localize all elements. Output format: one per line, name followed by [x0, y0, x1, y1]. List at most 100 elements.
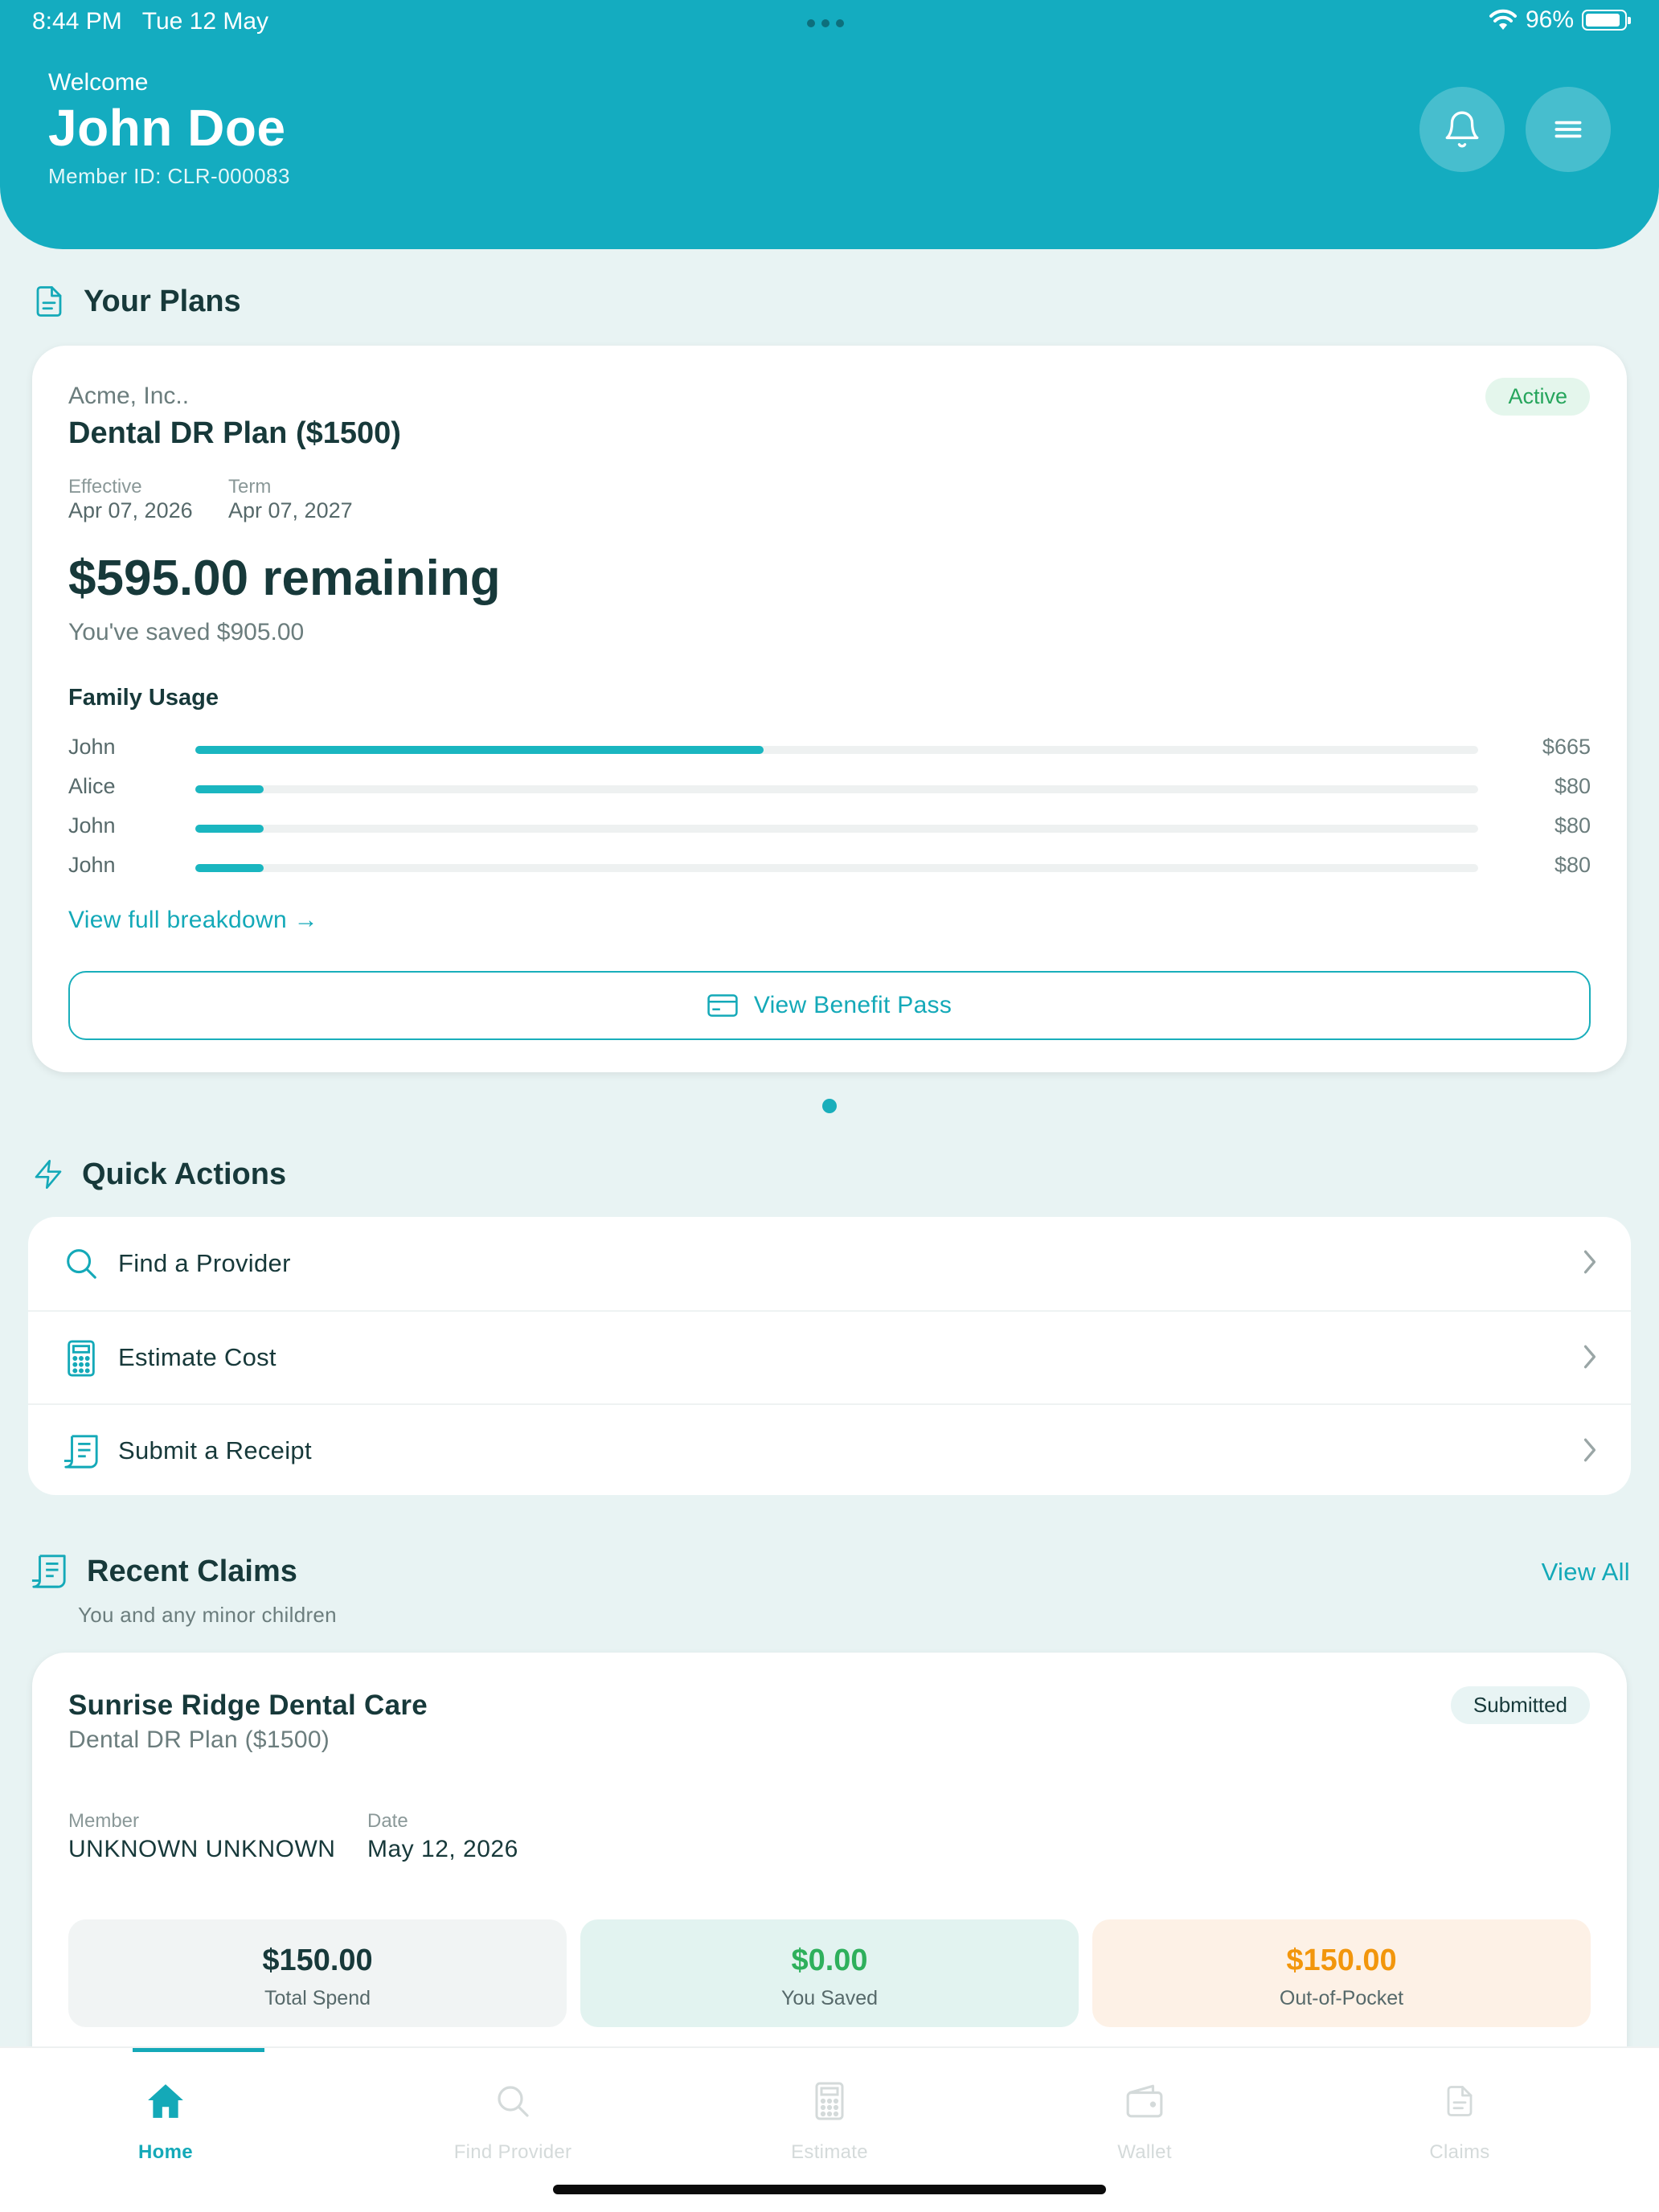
usage-bar — [195, 785, 1478, 793]
usage-bar — [195, 746, 1478, 754]
out-of-pocket-value: $150.00 — [1286, 1944, 1397, 1977]
plan-name: Dental DR Plan ($1500) — [68, 416, 401, 450]
welcome-label: Welcome — [48, 69, 149, 96]
usage-bar — [195, 825, 1478, 833]
usage-amount: $80 — [1554, 813, 1591, 838]
menu-icon — [1555, 121, 1582, 138]
family-usage-title: Family Usage — [68, 685, 219, 711]
tab-claims[interactable]: Claims — [1294, 2048, 1625, 2177]
view-benefit-pass-button[interactable]: View Benefit Pass — [68, 971, 1591, 1040]
claim-date: May 12, 2026 — [367, 1836, 518, 1862]
receipt-icon — [31, 1555, 66, 1588]
saved-amount: You've saved $905.00 — [68, 619, 305, 645]
plan-card[interactable]: Acme, Inc.. Dental DR Plan ($1500) Activ… — [32, 346, 1627, 1072]
tab-label: Estimate — [791, 2141, 868, 2163]
quick-action-estimate-cost[interactable]: Estimate Cost — [28, 1310, 1631, 1403]
term-date: Apr 07, 2027 — [228, 498, 353, 522]
out-of-pocket-label: Out-of-Pocket — [1279, 1987, 1404, 2009]
multitasking-dots-icon[interactable] — [807, 19, 844, 27]
usage-bar-fill — [195, 785, 264, 793]
wifi-icon — [1489, 9, 1517, 30]
total-spend-value: $150.00 — [262, 1944, 373, 1977]
receipt-icon — [57, 1428, 105, 1476]
remaining-balance: $595.00 remaining — [68, 551, 501, 606]
your-plans-heading: Your Plans — [32, 283, 241, 320]
tab-label: Find Provider — [453, 2141, 572, 2163]
usage-bar-fill — [195, 825, 264, 833]
tab-label: Wallet — [1117, 2141, 1172, 2163]
family-usage-row: Alice $80 — [68, 771, 1591, 803]
chevron-right-icon — [1583, 1250, 1596, 1274]
usage-member-name: Alice — [68, 774, 116, 798]
document-icon — [1447, 2086, 1473, 2116]
quick-actions-heading: Quick Actions — [32, 1156, 286, 1193]
total-spend-label: Total Spend — [264, 1987, 371, 2009]
view-full-breakdown-link[interactable]: View full breakdown → — [68, 907, 318, 934]
member-id: Member ID: CLR-000083 — [48, 164, 290, 188]
you-saved-stat: $0.00 You Saved — [580, 1919, 1079, 2027]
quick-actions-list: Find a Provider Estimate Cost Submit a R… — [28, 1217, 1631, 1495]
status-badge: Submitted — [1450, 1686, 1590, 1724]
app-header: 8:44 PM Tue 12 May 96% Welcome John Doe … — [0, 0, 1659, 249]
employer-name: Acme, Inc.. — [68, 383, 190, 409]
home-icon — [148, 2084, 183, 2118]
active-tab-indicator — [133, 2048, 264, 2052]
usage-bar — [195, 864, 1478, 872]
carousel-page-indicator[interactable] — [822, 1099, 837, 1113]
recent-claims-subtitle: You and any minor children — [78, 1603, 337, 1627]
view-all-claims-link[interactable]: View All — [1542, 1558, 1630, 1587]
wallet-icon — [1126, 2084, 1163, 2118]
claim-plan-name: Dental DR Plan ($1500) — [68, 1727, 330, 1753]
claim-member-label: Member — [68, 1810, 140, 1832]
notifications-button[interactable] — [1419, 87, 1505, 172]
status-indicators: 96% — [1489, 6, 1631, 34]
effective-label: Effective — [68, 476, 142, 498]
status-bar: 8:44 PM Tue 12 May 96% — [0, 0, 1659, 45]
user-name: John Doe — [48, 99, 286, 157]
document-icon — [36, 286, 62, 317]
home-indicator[interactable] — [553, 2185, 1106, 2194]
claim-member: UNKNOWN UNKNOWN — [68, 1836, 336, 1862]
tab-find-provider[interactable]: Find Provider — [347, 2048, 678, 2177]
status-time: 8:44 PM Tue 12 May — [32, 8, 269, 35]
usage-amount: $80 — [1554, 774, 1591, 798]
status-badge: Active — [1485, 378, 1590, 416]
battery-percent: 96% — [1525, 6, 1574, 33]
calculator-icon — [815, 2082, 844, 2120]
family-usage-row: John $80 — [68, 850, 1591, 882]
usage-member-name: John — [68, 853, 116, 877]
calculator-icon — [57, 1334, 105, 1382]
lightning-icon — [35, 1160, 62, 1189]
usage-amount: $665 — [1542, 735, 1591, 759]
claim-provider-name: Sunrise Ridge Dental Care — [68, 1690, 428, 1721]
menu-button[interactable] — [1526, 87, 1611, 172]
you-saved-label: You Saved — [780, 1987, 879, 2009]
tab-label: Claims — [1429, 2141, 1490, 2163]
chevron-right-icon — [1583, 1345, 1596, 1369]
usage-member-name: John — [68, 813, 116, 838]
recent-claims-heading: Recent Claims — [29, 1553, 297, 1590]
total-spend-stat: $150.00 Total Spend — [68, 1919, 567, 2027]
usage-member-name: John — [68, 735, 116, 759]
quick-action-label: Find a Provider — [118, 1249, 291, 1277]
out-of-pocket-stat: $150.00 Out-of-Pocket — [1092, 1919, 1591, 2027]
quick-action-label: Estimate Cost — [118, 1343, 276, 1371]
family-usage-row: John $665 — [68, 731, 1591, 764]
claim-date-label: Date — [367, 1810, 408, 1832]
usage-amount: $80 — [1554, 853, 1591, 877]
search-icon — [498, 2086, 529, 2117]
family-usage-row: John $80 — [68, 810, 1591, 842]
battery-icon — [1582, 10, 1631, 31]
bell-icon — [1445, 111, 1479, 148]
quick-action-find-provider[interactable]: Find a Provider — [28, 1217, 1631, 1310]
tab-estimate[interactable]: Estimate — [664, 2048, 995, 2177]
tab-label: Home — [138, 2141, 193, 2163]
quick-action-label: Submit a Receipt — [118, 1436, 312, 1464]
tab-home[interactable]: Home — [0, 2048, 331, 2177]
card-icon — [707, 994, 738, 1017]
search-icon — [57, 1239, 105, 1288]
quick-action-submit-receipt[interactable]: Submit a Receipt — [28, 1403, 1631, 1497]
term-label: Term — [228, 476, 272, 498]
tab-wallet[interactable]: Wallet — [979, 2048, 1310, 2177]
you-saved-value: $0.00 — [791, 1944, 868, 1977]
